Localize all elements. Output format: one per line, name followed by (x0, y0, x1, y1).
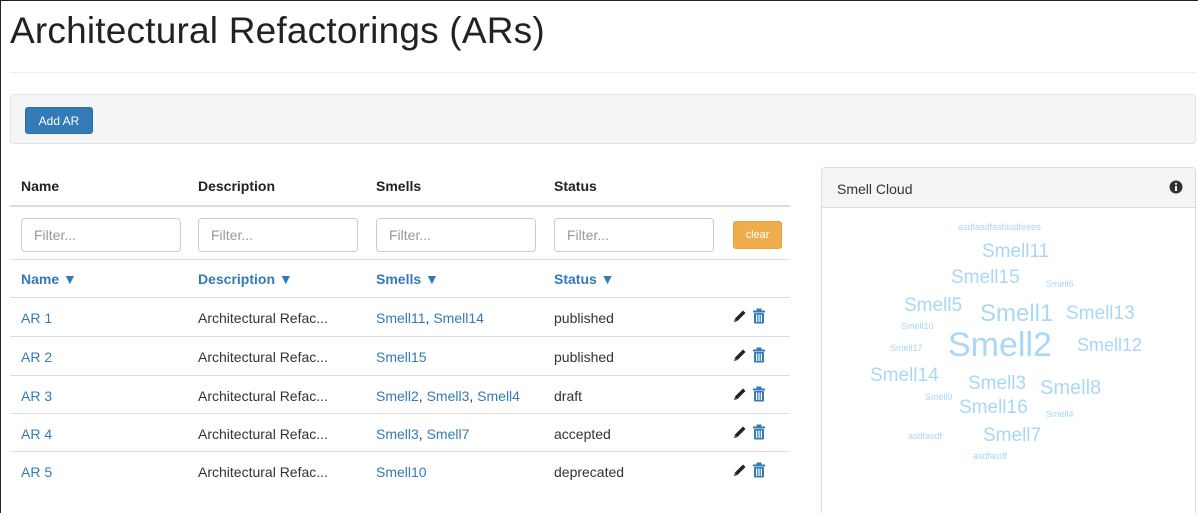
ar-status: published (554, 310, 614, 326)
cloud-word[interactable]: Smell4 (1046, 410, 1074, 419)
info-icon[interactable] (1169, 180, 1183, 194)
pencil-icon[interactable] (732, 308, 748, 324)
ar-name-link[interactable]: AR 5 (21, 464, 52, 480)
ar-name-link[interactable]: AR 1 (21, 310, 52, 326)
table-row: AR 4 Architectural Refac... Smell3, Smell7… (10, 413, 790, 451)
cloud-word[interactable]: Smell11 (982, 242, 1049, 261)
smells-filter-input[interactable] (376, 218, 536, 252)
row-actions (732, 462, 772, 480)
column-header-description: Description (198, 178, 276, 194)
ar-description: Architectural Refac... (198, 464, 328, 480)
row-actions (732, 308, 772, 326)
ar-smells: Smell2, Smell3, Smell4 (376, 388, 520, 404)
ar-name-link[interactable]: AR 2 (21, 349, 52, 365)
cloud-word[interactable]: Smell14 (870, 366, 939, 385)
cloud-word[interactable]: Smell12 (1077, 336, 1142, 354)
sort-status-link[interactable]: Status ▼ (554, 271, 615, 287)
smell-link[interactable]: Smell3 (376, 426, 419, 442)
ar-description: Architectural Refac... (198, 426, 328, 442)
smell-cloud: asdfasdfasfasdfeeee Smell11 Smell15 Smell6 S… (822, 208, 1195, 513)
ar-name-link[interactable]: AR 4 (21, 426, 52, 442)
cloud-word[interactable]: Smell17 (890, 344, 923, 353)
ar-status: published (554, 349, 614, 365)
cloud-word[interactable]: Smell13 (1066, 304, 1135, 323)
trash-icon[interactable] (752, 424, 766, 440)
cloud-word[interactable]: Smell15 (951, 268, 1020, 287)
name-filter-input[interactable] (21, 218, 181, 252)
ar-status: accepted (554, 426, 611, 442)
ar-smells: Smell11, Smell14 (376, 310, 484, 326)
ar-description: Architectural Refac... (198, 349, 328, 365)
ar-description: Architectural Refac... (198, 388, 328, 404)
pencil-icon[interactable] (732, 424, 748, 440)
sort-row: Name ▼ Description ▼ Smells ▼ Status ▼ (10, 259, 790, 297)
smell-separator: , (469, 388, 478, 404)
filter-row: clear (10, 205, 790, 259)
smell-link[interactable]: Smell11 (376, 310, 426, 326)
ar-status: deprecated (554, 464, 625, 480)
pencil-icon[interactable] (732, 462, 748, 478)
smell-link[interactable]: Smell15 (376, 349, 427, 365)
cloud-word[interactable]: asdfasdfasfasdfeeee (958, 223, 1041, 232)
row-actions (732, 347, 772, 365)
page-title: Architectural Refactorings (ARs) (10, 10, 545, 51)
ar-smells: Smell15 (376, 349, 427, 365)
toolbar: Add AR (10, 94, 1196, 144)
cloud-word[interactable]: Smell7 (983, 426, 1041, 445)
ar-name-link[interactable]: AR 3 (21, 388, 52, 404)
smell-cloud-header: Smell Cloud (822, 168, 1195, 208)
clear-filters-button[interactable]: clear (733, 221, 782, 249)
sort-name-link[interactable]: Name ▼ (21, 271, 77, 287)
cloud-word[interactable]: Smell6 (1046, 280, 1074, 289)
cloud-word[interactable]: Smell8 (1040, 378, 1101, 398)
description-filter-input[interactable] (198, 218, 358, 252)
table-row: AR 2 Architectural Refac... Smell15 publish… (10, 336, 790, 374)
trash-icon[interactable] (752, 386, 766, 402)
smell-link[interactable]: Smell2 (376, 388, 419, 404)
add-ar-button[interactable]: Add AR (25, 107, 93, 134)
cloud-word[interactable]: Smell10 (901, 322, 934, 331)
row-actions (732, 424, 772, 442)
smell-cloud-panel: Smell Cloud asdfasdfasfasdfeeee Smell11 Sm… (821, 167, 1196, 513)
table-row: AR 3 Architectural Refac... Smell2, Smell3… (10, 375, 790, 413)
cloud-word[interactable]: Smell9 (925, 393, 953, 402)
pencil-icon[interactable] (732, 347, 748, 363)
ar-description: Architectural Refac... (198, 310, 328, 326)
trash-icon[interactable] (752, 308, 766, 324)
smell-link[interactable]: Smell10 (376, 464, 427, 480)
cloud-word[interactable]: asdfasdf (908, 432, 942, 441)
divider (10, 72, 1196, 73)
ar-smells: Smell3, Smell7 (376, 426, 469, 442)
table-row: AR 1 Architectural Refac... Smell11, Smell… (10, 297, 790, 335)
smell-link[interactable]: Smell3 (427, 388, 470, 404)
table-header-row: Name Description Smells Status (10, 165, 790, 205)
smell-cloud-title: Smell Cloud (837, 181, 913, 197)
cloud-word[interactable]: Smell5 (904, 296, 962, 315)
ar-status: draft (554, 388, 583, 404)
row-actions (732, 386, 772, 404)
cloud-word[interactable]: Smell16 (959, 398, 1028, 417)
trash-icon[interactable] (752, 462, 766, 478)
trash-icon[interactable] (752, 347, 766, 363)
smell-link[interactable]: Smell7 (427, 426, 470, 442)
cloud-word[interactable]: Smell3 (968, 374, 1026, 393)
cloud-word[interactable]: Smell1 (980, 302, 1053, 326)
sort-smells-link[interactable]: Smells ▼ (376, 271, 439, 287)
sort-description-link[interactable]: Description ▼ (198, 271, 293, 287)
column-header-name: Name (21, 178, 60, 194)
pencil-icon[interactable] (732, 386, 748, 402)
smell-separator: , (418, 426, 427, 442)
ar-smells: Smell10 (376, 464, 427, 480)
status-filter-input[interactable] (554, 218, 714, 252)
table-row: AR 5 Architectural Refac... Smell10 depreca… (10, 451, 790, 489)
smell-link[interactable]: Smell14 (433, 310, 484, 326)
cloud-word[interactable]: Smell2 (948, 328, 1052, 362)
cloud-word[interactable]: asdfasdf (973, 452, 1007, 461)
smell-link[interactable]: Smell4 (477, 388, 520, 404)
smell-separator: , (418, 388, 427, 404)
column-header-smells: Smells (376, 178, 422, 194)
column-header-status: Status (554, 178, 597, 194)
